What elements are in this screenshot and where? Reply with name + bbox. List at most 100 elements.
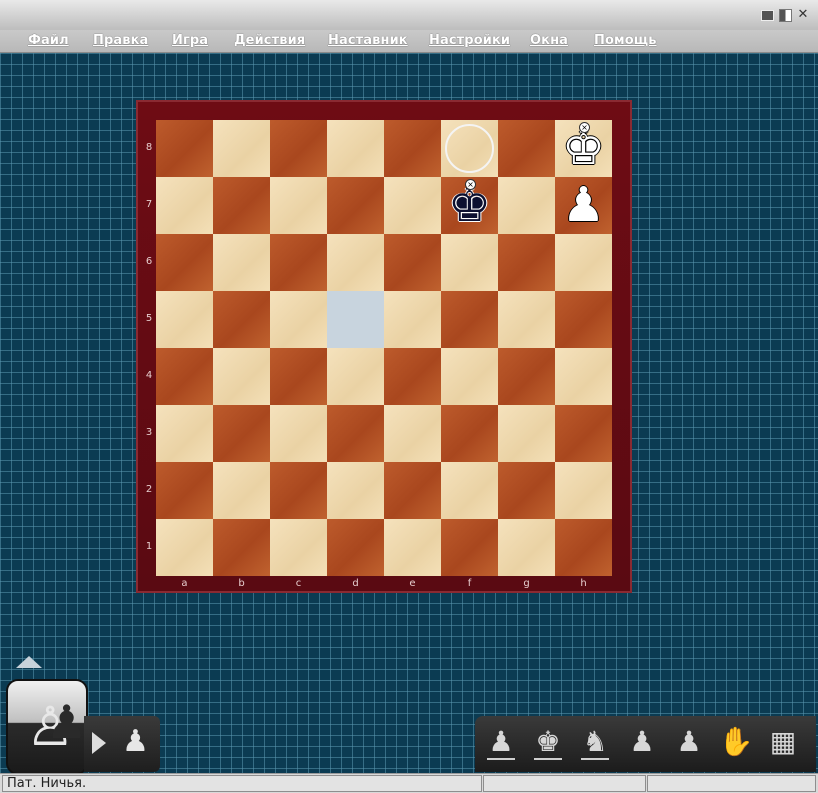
square-c2[interactable] — [270, 462, 327, 519]
play-icon[interactable] — [92, 732, 106, 754]
square-c1[interactable] — [270, 519, 327, 576]
square-b6[interactable] — [213, 234, 270, 291]
square-d3[interactable] — [327, 405, 384, 462]
close-icon[interactable]: ✕ — [796, 8, 810, 22]
hint-icon[interactable]: ♞ — [575, 722, 615, 766]
square-h5[interactable] — [555, 291, 612, 348]
square-d2[interactable] — [327, 462, 384, 519]
square-g7[interactable] — [498, 177, 555, 234]
rank-label: 2 — [145, 484, 153, 495]
square-g4[interactable] — [498, 348, 555, 405]
square-f2[interactable] — [441, 462, 498, 519]
square-d8[interactable] — [327, 120, 384, 177]
square-c4[interactable] — [270, 348, 327, 405]
square-a6[interactable] — [156, 234, 213, 291]
menu-game[interactable]: Игра — [172, 33, 208, 48]
restore-icon[interactable] — [778, 8, 792, 22]
square-h1[interactable] — [555, 519, 612, 576]
square-d5[interactable] — [327, 291, 384, 348]
square-b4[interactable] — [213, 348, 270, 405]
status-cell-2 — [483, 775, 646, 792]
rank-label: 8 — [145, 142, 153, 153]
square-c6[interactable] — [270, 234, 327, 291]
square-e8[interactable] — [384, 120, 441, 177]
toolbar: ♟ ♚ ♞ ♟ ♟ ✋ ▦ — [475, 716, 816, 772]
rank-label: 7 — [145, 199, 153, 210]
board-icon[interactable]: ▦ — [763, 722, 803, 766]
square-h7[interactable]: ♟ — [555, 177, 612, 234]
square-a7[interactable] — [156, 177, 213, 234]
square-a5[interactable] — [156, 291, 213, 348]
square-f7[interactable]: ♚ × — [441, 177, 498, 234]
file-label: f — [467, 578, 472, 589]
square-a2[interactable] — [156, 462, 213, 519]
undo-move-icon[interactable]: ♟ — [622, 722, 662, 766]
pawns-row-icon[interactable]: ♟ — [669, 722, 709, 766]
square-a3[interactable] — [156, 405, 213, 462]
square-f4[interactable] — [441, 348, 498, 405]
square-e6[interactable] — [384, 234, 441, 291]
square-h3[interactable] — [555, 405, 612, 462]
square-g2[interactable] — [498, 462, 555, 519]
menu-help[interactable]: Помощь — [594, 33, 657, 48]
square-a4[interactable] — [156, 348, 213, 405]
hand-icon[interactable]: ✋ — [716, 722, 756, 766]
square-f6[interactable] — [441, 234, 498, 291]
square-h4[interactable] — [555, 348, 612, 405]
scroll-up-icon[interactable] — [16, 656, 42, 668]
square-f8[interactable] — [441, 120, 498, 177]
square-h8[interactable]: ♚ × — [555, 120, 612, 177]
square-b7[interactable] — [213, 177, 270, 234]
file-label: a — [181, 578, 188, 589]
square-c5[interactable] — [270, 291, 327, 348]
menu-file[interactable]: Файл — [28, 33, 69, 48]
menu-windows[interactable]: Окна — [530, 33, 568, 48]
menu-settings[interactable]: Настройки — [429, 33, 510, 48]
square-g8[interactable] — [498, 120, 555, 177]
square-b5[interactable] — [213, 291, 270, 348]
square-d7[interactable] — [327, 177, 384, 234]
square-b8[interactable] — [213, 120, 270, 177]
kings-icon[interactable]: ♚ — [528, 722, 568, 766]
square-f3[interactable] — [441, 405, 498, 462]
minimize-icon[interactable] — [760, 8, 774, 22]
white-pawn-icon[interactable]: ♟ — [555, 177, 612, 234]
square-g6[interactable] — [498, 234, 555, 291]
square-d1[interactable] — [327, 519, 384, 576]
menu-actions[interactable]: Действия — [234, 33, 305, 48]
black-king-icon[interactable]: ♚ × — [441, 177, 498, 234]
chess-pieces-avatar-icon[interactable]: ♙ ♟ — [6, 679, 88, 775]
square-h6[interactable] — [555, 234, 612, 291]
square-h2[interactable] — [555, 462, 612, 519]
square-e1[interactable] — [384, 519, 441, 576]
square-f5[interactable] — [441, 291, 498, 348]
menu-coach[interactable]: Наставник — [328, 33, 408, 48]
square-b2[interactable] — [213, 462, 270, 519]
check-marker-icon: × — [465, 179, 476, 190]
square-g3[interactable] — [498, 405, 555, 462]
square-e3[interactable] — [384, 405, 441, 462]
square-a1[interactable] — [156, 519, 213, 576]
square-c8[interactable] — [270, 120, 327, 177]
square-e7[interactable] — [384, 177, 441, 234]
white-king-icon[interactable]: ♚ × — [555, 120, 612, 177]
pawn-icon[interactable]: ♟ — [481, 722, 521, 766]
square-e4[interactable] — [384, 348, 441, 405]
square-d4[interactable] — [327, 348, 384, 405]
square-f1[interactable] — [441, 519, 498, 576]
rank-label: 1 — [145, 541, 153, 552]
square-b3[interactable] — [213, 405, 270, 462]
square-b1[interactable] — [213, 519, 270, 576]
square-c7[interactable] — [270, 177, 327, 234]
square-e5[interactable] — [384, 291, 441, 348]
chessboard[interactable]: ♚ × ♚ × ♟ — [156, 120, 612, 576]
square-g1[interactable] — [498, 519, 555, 576]
menu-edit[interactable]: Правка — [93, 33, 148, 48]
file-label: g — [523, 578, 530, 589]
square-d6[interactable] — [327, 234, 384, 291]
square-e2[interactable] — [384, 462, 441, 519]
square-a8[interactable] — [156, 120, 213, 177]
square-c3[interactable] — [270, 405, 327, 462]
square-g5[interactable] — [498, 291, 555, 348]
pawn-icon[interactable]: ♟ — [122, 724, 149, 760]
